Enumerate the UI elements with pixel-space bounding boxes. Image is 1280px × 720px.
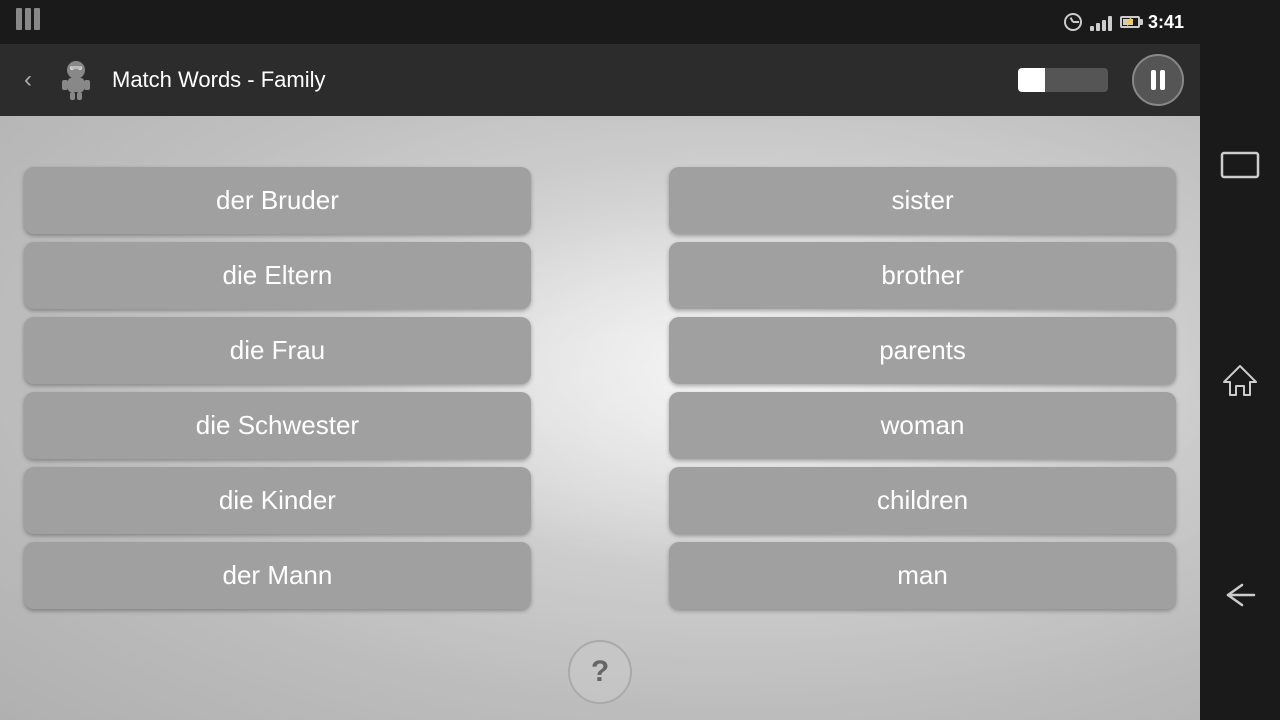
status-bar: ⚡ 3:41 [0,0,1200,44]
help-icon: ? [591,655,609,689]
right-word-btn-2[interactable]: parents [669,317,1176,384]
left-word-btn-5[interactable]: der Mann [24,542,531,609]
left-word-btn-4[interactable]: die Kinder [24,467,531,534]
left-word-btn-3[interactable]: die Schwester [24,392,531,459]
right-word-btn-0[interactable]: sister [669,167,1176,234]
battery-icon: ⚡ [1120,16,1140,28]
back-button[interactable]: ‹ [16,62,40,98]
landscape-button[interactable] [1220,151,1260,179]
toolbar: ‹ Match Words - Family [0,44,1200,116]
right-word-btn-4[interactable]: children [669,467,1176,534]
right-column: sister brother parents woman children man [669,167,1176,609]
alarm-icon [1064,13,1082,31]
signal-icon [1090,13,1112,31]
progress-bar [1018,68,1108,92]
left-word-btn-1[interactable]: die Eltern [24,242,531,309]
menu-icon [16,8,44,36]
pause-icon [1151,70,1165,90]
right-word-btn-1[interactable]: brother [669,242,1176,309]
side-nav [1200,0,1280,720]
help-button[interactable]: ? [568,640,632,704]
left-column: der Bruder die Eltern die Frau die Schweste… [24,167,531,609]
game-area: der Bruder die Eltern die Frau die Schweste… [0,116,1200,720]
left-word-btn-2[interactable]: die Frau [24,317,531,384]
progress-bar-fill [1018,68,1045,92]
app-icon [52,56,100,104]
app-title: Match Words - Family [112,67,1006,93]
back-nav-button[interactable] [1222,581,1258,609]
pause-button[interactable] [1132,54,1184,106]
left-word-btn-0[interactable]: der Bruder [24,167,531,234]
right-word-btn-3[interactable]: woman [669,392,1176,459]
home-button[interactable] [1222,362,1258,398]
right-word-btn-5[interactable]: man [669,542,1176,609]
time-display: 3:41 [1148,12,1184,33]
